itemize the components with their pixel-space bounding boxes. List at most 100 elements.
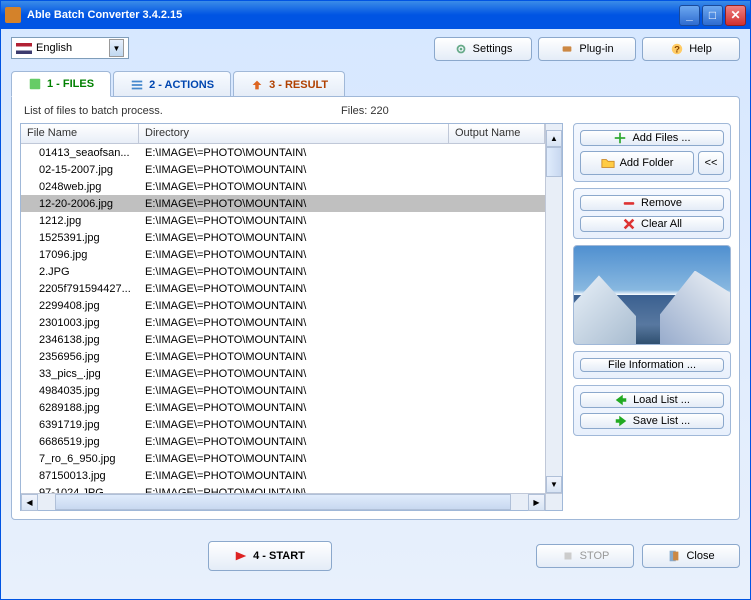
table-row[interactable]: 33_pics_.jpgE:\IMAGE\=PHOTO\MOUNTAIN\ [21,365,545,382]
minimize-button[interactable]: _ [679,5,700,26]
settings-button[interactable]: Settings [434,37,532,61]
col-directory[interactable]: Directory [139,124,449,143]
table-row[interactable]: 6686519.jpgE:\IMAGE\=PHOTO\MOUNTAIN\ [21,433,545,450]
arrow-left-icon [614,393,628,407]
list-header: List of files to batch process. Files: 2… [20,105,731,117]
cell-directory: E:\IMAGE\=PHOTO\MOUNTAIN\ [139,469,449,483]
load-list-button[interactable]: Load List ... [580,392,724,408]
cell-directory: E:\IMAGE\=PHOTO\MOUNTAIN\ [139,486,449,494]
expand-button[interactable]: << [698,151,724,175]
cell-directory: E:\IMAGE\=PHOTO\MOUNTAIN\ [139,452,449,466]
cell-filename: 2299408.jpg [21,299,139,313]
stop-button[interactable]: STOP [536,544,634,568]
door-icon [667,549,681,563]
remove-button[interactable]: Remove [580,195,724,211]
file-info-button[interactable]: File Information ... [580,358,724,372]
cell-directory: E:\IMAGE\=PHOTO\MOUNTAIN\ [139,180,449,194]
scroll-right-icon[interactable]: ▶ [528,494,545,511]
bottom-bar: 4 - START STOP Close [1,529,750,579]
close-button[interactable]: Close [642,544,740,568]
cell-directory: E:\IMAGE\=PHOTO\MOUNTAIN\ [139,282,449,296]
table-row[interactable]: 7_ro_6_950.jpgE:\IMAGE\=PHOTO\MOUNTAIN\ [21,450,545,467]
table-row[interactable]: 01413_seaofsan...E:\IMAGE\=PHOTO\MOUNTAI… [21,144,545,161]
save-list-label: Save List ... [633,415,690,427]
actions-icon [130,78,144,92]
remove-label: Remove [641,197,682,209]
table-row[interactable]: 0248web.jpgE:\IMAGE\=PHOTO\MOUNTAIN\ [21,178,545,195]
cell-directory: E:\IMAGE\=PHOTO\MOUNTAIN\ [139,197,449,211]
files-icon [28,77,42,91]
table-row[interactable]: 2301003.jpgE:\IMAGE\=PHOTO\MOUNTAIN\ [21,314,545,331]
arrow-start-icon [234,549,248,563]
close-label: Close [686,550,714,562]
table-row[interactable]: 02-15-2007.jpgE:\IMAGE\=PHOTO\MOUNTAIN\ [21,161,545,178]
cell-filename: 97-1024.JPG [21,486,139,494]
col-output[interactable]: Output Name [449,124,545,143]
add-folder-button[interactable]: Add Folder [580,151,694,175]
cell-directory: E:\IMAGE\=PHOTO\MOUNTAIN\ [139,367,449,381]
tab-result[interactable]: 3 - RESULT [233,71,345,97]
maximize-button[interactable]: □ [702,5,723,26]
save-list-button[interactable]: Save List ... [580,413,724,429]
file-count: Files: 220 [341,105,389,117]
table-row[interactable]: 6391719.jpgE:\IMAGE\=PHOTO\MOUNTAIN\ [21,416,545,433]
stop-icon [561,549,575,563]
table-row[interactable]: 2356956.jpgE:\IMAGE\=PHOTO\MOUNTAIN\ [21,348,545,365]
cell-output [449,203,545,205]
table-row[interactable]: 2346138.jpgE:\IMAGE\=PHOTO\MOUNTAIN\ [21,331,545,348]
plugin-label: Plug-in [579,43,613,55]
table-row[interactable]: 87150013.jpgE:\IMAGE\=PHOTO\MOUNTAIN\ [21,467,545,484]
settings-label: Settings [473,43,513,55]
cell-output [449,407,545,409]
cell-output [449,271,545,273]
tab-files[interactable]: 1 - FILES [11,71,111,97]
table-row[interactable]: 2299408.jpgE:\IMAGE\=PHOTO\MOUNTAIN\ [21,297,545,314]
cell-output [449,152,545,154]
table-row[interactable]: 1212.jpgE:\IMAGE\=PHOTO\MOUNTAIN\ [21,212,545,229]
titlebar[interactable]: Able Batch Converter 3.4.2.15 _ □ ✕ [1,1,750,29]
cell-filename: 6686519.jpg [21,435,139,449]
files-panel: List of files to batch process. Files: 2… [11,96,740,520]
col-filename[interactable]: File Name [21,124,139,143]
help-button[interactable]: ? Help [642,37,740,61]
table-body[interactable]: 01413_seaofsan...E:\IMAGE\=PHOTO\MOUNTAI… [21,144,545,493]
clear-all-button[interactable]: Clear All [580,216,724,232]
cell-filename: 0248web.jpg [21,180,139,194]
cell-filename: 02-15-2007.jpg [21,163,139,177]
close-window-button[interactable]: ✕ [725,5,746,26]
plugin-icon [560,42,574,56]
file-info-label: File Information ... [608,359,696,371]
cell-directory: E:\IMAGE\=PHOTO\MOUNTAIN\ [139,384,449,398]
table-header: File Name Directory Output Name [21,124,545,144]
hscroll-thumb[interactable] [55,494,511,510]
tab-actions[interactable]: 2 - ACTIONS [113,71,231,97]
vertical-scrollbar[interactable]: ▲ ▼ [545,124,562,493]
start-label: 4 - START [253,550,305,562]
cell-directory: E:\IMAGE\=PHOTO\MOUNTAIN\ [139,435,449,449]
horizontal-scrollbar[interactable]: ◀ ▶ [21,493,562,510]
table-row[interactable]: 1525391.jpgE:\IMAGE\=PHOTO\MOUNTAIN\ [21,229,545,246]
scroll-thumb[interactable] [546,147,562,177]
cell-output [449,288,545,290]
table-row[interactable]: 12-20-2006.jpgE:\IMAGE\=PHOTO\MOUNTAIN\ [21,195,545,212]
table-row[interactable]: 2205f791594427...E:\IMAGE\=PHOTO\MOUNTAI… [21,280,545,297]
start-button[interactable]: 4 - START [208,541,332,571]
cell-output [449,254,545,256]
cell-filename: 33_pics_.jpg [21,367,139,381]
cell-filename: 6391719.jpg [21,418,139,432]
table-row[interactable]: 17096.jpgE:\IMAGE\=PHOTO\MOUNTAIN\ [21,246,545,263]
table-row[interactable]: 6289188.jpgE:\IMAGE\=PHOTO\MOUNTAIN\ [21,399,545,416]
table-row[interactable]: 4984035.jpgE:\IMAGE\=PHOTO\MOUNTAIN\ [21,382,545,399]
plugin-button[interactable]: Plug-in [538,37,636,61]
cell-output [449,424,545,426]
add-files-button[interactable]: Add Files ... [580,130,724,146]
cell-directory: E:\IMAGE\=PHOTO\MOUNTAIN\ [139,214,449,228]
language-select[interactable]: English ▼ [11,37,129,59]
table-row[interactable]: 97-1024.JPGE:\IMAGE\=PHOTO\MOUNTAIN\ [21,484,545,493]
scroll-down-icon[interactable]: ▼ [546,476,562,493]
tab-files-label: 1 - FILES [47,78,94,90]
table-row[interactable]: 2.JPGE:\IMAGE\=PHOTO\MOUNTAIN\ [21,263,545,280]
scroll-up-icon[interactable]: ▲ [546,130,562,147]
help-icon: ? [670,42,684,56]
scroll-left-icon[interactable]: ◀ [21,494,38,511]
